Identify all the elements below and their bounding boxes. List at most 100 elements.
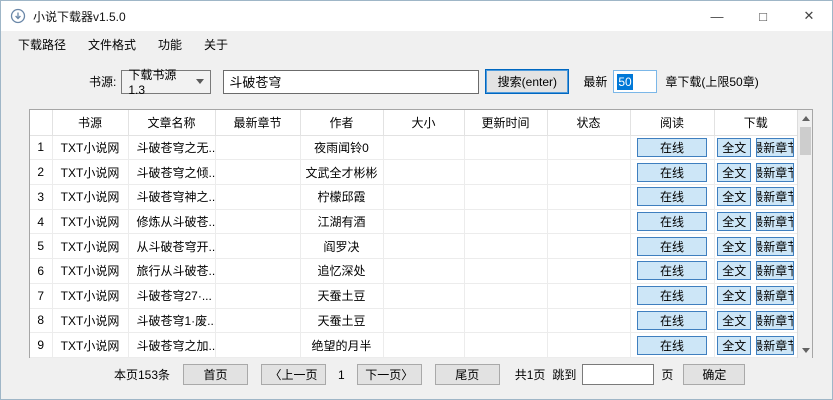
row-status (547, 209, 630, 234)
row-update-time (464, 234, 547, 259)
table-row: 2 TXT小说网 斗破苍穹之倾... 文武全才彬彬 在线 全文 最新章节 (30, 160, 797, 185)
read-online-button[interactable]: 在线 (637, 187, 707, 206)
row-size (383, 308, 464, 333)
table-row: 3 TXT小说网 斗破苍穹神之... 柠檬邱霞 在线 全文 最新章节 (30, 184, 797, 209)
row-author: 夜雨闻铃0 (300, 135, 383, 160)
download-latest-chapters-button[interactable]: 最新章节 (756, 237, 794, 256)
read-online-button[interactable]: 在线 (637, 237, 707, 256)
col-author: 作者 (300, 110, 383, 135)
results-table: 书源 文章名称 最新章节 作者 大小 更新时间 状态 阅读 下载 1 TXT小说… (30, 110, 797, 358)
row-update-time (464, 135, 547, 160)
menubar: 下载路径 文件格式 功能 关于 (1, 31, 832, 58)
row-source: TXT小说网 (52, 234, 128, 259)
row-update-time (464, 184, 547, 209)
table-row: 6 TXT小说网 旅行从斗破苍... 追忆深处 在线 全文 最新章节 (30, 259, 797, 284)
row-title: 斗破苍穹神之... (128, 184, 215, 209)
menu-download-path[interactable]: 下载路径 (7, 32, 77, 57)
row-status (547, 234, 630, 259)
row-title: 斗破苍穹之倾... (128, 160, 215, 185)
scrollbar-thumb[interactable] (800, 127, 811, 155)
minimize-icon[interactable]: — (694, 1, 740, 31)
row-source: TXT小说网 (52, 283, 128, 308)
row-author: 追忆深处 (300, 259, 383, 284)
scroll-down-icon[interactable] (798, 342, 813, 358)
download-full-button[interactable]: 全文 (717, 163, 751, 182)
table-scrollbar[interactable] (797, 110, 812, 358)
row-source: TXT小说网 (52, 184, 128, 209)
window-controls: — □ ✕ (694, 1, 832, 31)
download-full-button[interactable]: 全文 (717, 336, 751, 355)
latest-count-selected-text: 50 (617, 74, 632, 90)
download-latest-chapters-button[interactable]: 最新章节 (756, 163, 794, 182)
download-full-button[interactable]: 全文 (717, 138, 751, 157)
row-download-cell: 全文 最新章节 (714, 160, 797, 185)
row-latest-chapter (215, 184, 300, 209)
menu-functions[interactable]: 功能 (147, 32, 193, 57)
read-online-button[interactable]: 在线 (637, 261, 707, 280)
download-full-button[interactable]: 全文 (717, 311, 751, 330)
row-index: 6 (30, 259, 52, 284)
row-status (547, 184, 630, 209)
close-icon[interactable]: ✕ (786, 1, 832, 31)
latest-label: 最新 (583, 73, 607, 90)
first-page-button[interactable]: 首页 (183, 364, 248, 385)
row-read-cell: 在线 (630, 234, 714, 259)
row-index: 7 (30, 283, 52, 308)
prev-page-button[interactable]: 〈上一页 (261, 364, 326, 385)
download-latest-chapters-button[interactable]: 最新章节 (756, 311, 794, 330)
scroll-up-icon[interactable] (798, 110, 813, 126)
latest-count-input[interactable]: 50 (613, 70, 657, 93)
app-window: 小说下载器v1.5.0 — □ ✕ 下载路径 文件格式 功能 关于 书源: 下载… (0, 0, 833, 400)
download-latest-chapters-button[interactable]: 最新章节 (756, 212, 794, 231)
col-status: 状态 (547, 110, 630, 135)
next-page-button[interactable]: 下一页〉 (357, 364, 422, 385)
last-page-button[interactable]: 尾页 (435, 364, 500, 385)
search-input[interactable] (223, 70, 479, 94)
download-latest-chapters-button[interactable]: 最新章节 (756, 187, 794, 206)
row-latest-chapter (215, 135, 300, 160)
row-title: 修炼从斗破苍... (128, 209, 215, 234)
jump-to-label: 跳到 (552, 366, 576, 383)
col-read: 阅读 (630, 110, 714, 135)
row-status (547, 160, 630, 185)
row-read-cell: 在线 (630, 333, 714, 358)
search-button[interactable]: 搜索(enter) (485, 69, 569, 94)
confirm-jump-button[interactable]: 确定 (683, 364, 745, 385)
read-online-button[interactable]: 在线 (637, 286, 707, 305)
download-full-button[interactable]: 全文 (717, 237, 751, 256)
row-source: TXT小说网 (52, 135, 128, 160)
read-online-button[interactable]: 在线 (637, 163, 707, 182)
menu-about[interactable]: 关于 (193, 32, 239, 57)
download-full-button[interactable]: 全文 (717, 261, 751, 280)
row-size (383, 259, 464, 284)
pagination-bar: 本页153条 首页 〈上一页 1 下一页〉 尾页 共1页 跳到 页 确定 (1, 358, 832, 391)
jump-page-input[interactable] (582, 364, 654, 385)
download-full-button[interactable]: 全文 (717, 212, 751, 231)
current-page-number: 1 (338, 368, 345, 382)
download-full-button[interactable]: 全文 (717, 187, 751, 206)
read-online-button[interactable]: 在线 (637, 336, 707, 355)
page-unit-label: 页 (661, 366, 673, 383)
row-update-time (464, 259, 547, 284)
row-download-cell: 全文 最新章节 (714, 283, 797, 308)
row-download-cell: 全文 最新章节 (714, 234, 797, 259)
row-status (547, 308, 630, 333)
row-title: 旅行从斗破苍... (128, 259, 215, 284)
download-full-button[interactable]: 全文 (717, 286, 751, 305)
read-online-button[interactable]: 在线 (637, 212, 707, 231)
maximize-icon[interactable]: □ (740, 1, 786, 31)
source-select[interactable]: 下载书源 1.3 (121, 70, 211, 94)
row-size (383, 209, 464, 234)
read-online-button[interactable]: 在线 (637, 138, 707, 157)
download-latest-chapters-button[interactable]: 最新章节 (756, 138, 794, 157)
app-download-icon (10, 8, 26, 24)
download-latest-chapters-button[interactable]: 最新章节 (756, 261, 794, 280)
chevron-down-icon (196, 79, 204, 84)
read-online-button[interactable]: 在线 (637, 311, 707, 330)
download-latest-chapters-button[interactable]: 最新章节 (756, 286, 794, 305)
menu-file-format[interactable]: 文件格式 (77, 32, 147, 57)
download-latest-chapters-button[interactable]: 最新章节 (756, 336, 794, 355)
row-latest-chapter (215, 209, 300, 234)
row-title: 斗破苍穹27·... (128, 283, 215, 308)
row-author: 绝望的月半 (300, 333, 383, 358)
